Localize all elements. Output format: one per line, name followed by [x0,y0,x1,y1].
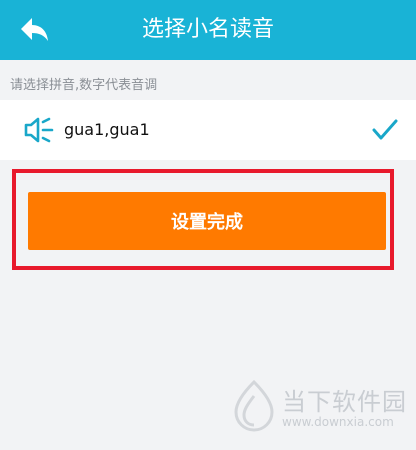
back-button[interactable] [14,12,54,46]
done-button[interactable]: 设置完成 [28,192,386,250]
instruction-hint: 请选择拼音,数字代表音调 [10,78,158,93]
pronunciation-option[interactable]: gua1,gua1 [0,100,416,160]
watermark-logo-icon [234,380,274,432]
page-title: 选择小名读音 [141,17,274,42]
watermark-url: www.downxia.com [282,415,394,429]
back-arrow-icon [21,18,48,41]
speaker-icon[interactable] [24,117,56,143]
option-text: gua1,gua1 [64,120,150,139]
check-icon [372,119,398,140]
watermark-name: 当下软件园 [282,388,407,416]
header-bar: 选择小名读音 [0,0,416,60]
